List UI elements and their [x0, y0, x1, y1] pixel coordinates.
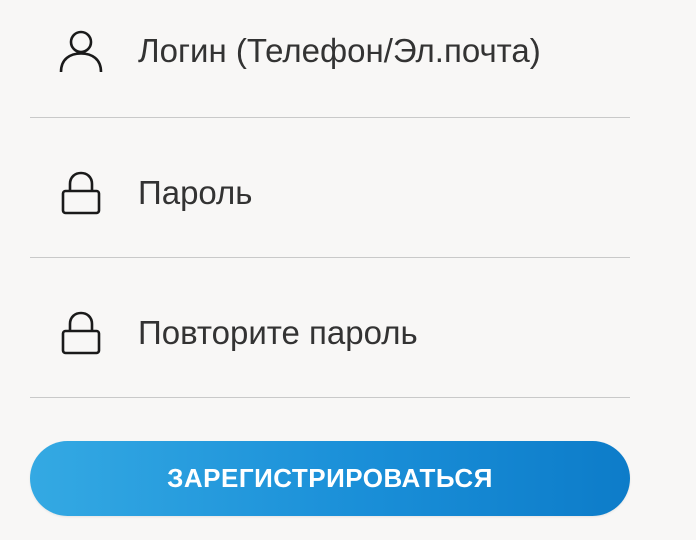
lock-icon — [61, 171, 101, 215]
user-icon — [59, 30, 103, 73]
login-field — [30, 0, 630, 118]
registration-form: ЗАРЕГИСТРИРОВАТЬСЯ — [0, 0, 696, 540]
password-field — [30, 140, 630, 258]
password-input[interactable] — [138, 168, 608, 218]
register-button[interactable]: ЗАРЕГИСТРИРОВАТЬСЯ — [30, 441, 630, 516]
password-repeat-input[interactable] — [138, 308, 608, 358]
login-input[interactable] — [138, 26, 608, 76]
lock-icon — [61, 311, 101, 355]
password-repeat-field — [30, 280, 630, 398]
